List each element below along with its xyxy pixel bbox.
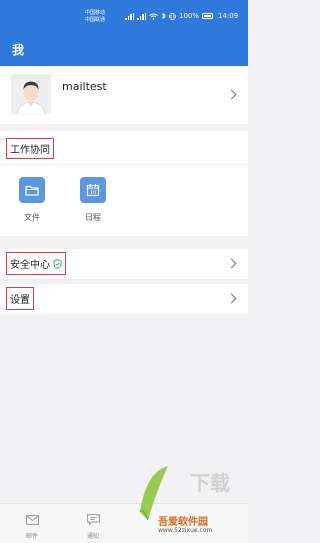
watermark-logo-text: 下载 (190, 471, 230, 495)
watermark-url: www.52zixue.com (158, 527, 213, 534)
work-collab-section: 工作协同 文件 10 日程 (0, 131, 248, 236)
carrier-info: 中国移动 中国联通 (85, 10, 105, 24)
watermark-brand: 吾爱软件园 (158, 517, 208, 528)
chevron-right-icon (226, 258, 237, 269)
shield-check-icon (53, 258, 62, 269)
status-icons: 100% 14:09 (125, 12, 238, 20)
folder-icon (19, 177, 45, 203)
nav-mail-label: 邮件 (25, 533, 38, 540)
page-title: 我 (12, 43, 25, 57)
nav-notice[interactable]: 通知 (73, 510, 113, 540)
divider (0, 164, 248, 165)
status-bar: 中国移动 中国联通 100% 14:09 (0, 0, 248, 30)
mail-icon (25, 515, 39, 525)
avatar[interactable] (11, 74, 51, 114)
bluetooth-icon (161, 12, 166, 20)
wifi-icon (149, 12, 158, 20)
app-calendar-label: 日程 (85, 213, 101, 222)
settings-label: 设置 (10, 295, 30, 306)
nav-mail[interactable]: 邮件 (12, 510, 52, 540)
app-files-label: 文件 (24, 213, 40, 222)
message-icon (86, 514, 100, 526)
settings-row[interactable]: 设置 (0, 284, 248, 314)
app-header: 中国移动 中国联通 100% 14:09 我 (0, 0, 248, 66)
clock: 14:09 (218, 12, 239, 20)
calendar-day: 10 (90, 190, 96, 196)
security-center-row[interactable]: 安全中心 (0, 249, 248, 279)
app-calendar[interactable]: 10 日程 (73, 177, 113, 223)
nav-notice-label: 通知 (86, 533, 99, 540)
chevron-right-icon (226, 89, 237, 100)
chevron-right-icon (226, 293, 237, 304)
user-avatar-icon (11, 74, 51, 114)
settings-label-box: 设置 (6, 287, 34, 310)
divider (0, 279, 248, 280)
vibrate-icon (169, 12, 176, 20)
carrier-1: 中国移动 (85, 10, 106, 16)
app-files[interactable]: 文件 (12, 177, 52, 223)
section-title-work: 工作协同 (6, 138, 54, 159)
signal-icon (125, 12, 134, 20)
signal-icon-2 (137, 12, 146, 20)
battery-icon (202, 13, 214, 19)
carrier-2: 中国联通 (85, 17, 106, 23)
security-center-label: 安全中心 (10, 260, 50, 271)
profile-card[interactable]: mailtest (0, 66, 248, 124)
username: mailtest (62, 80, 107, 93)
security-center-label-box: 安全中心 (6, 252, 66, 275)
battery-percent: 100% (179, 12, 200, 20)
calendar-icon: 10 (80, 177, 106, 203)
